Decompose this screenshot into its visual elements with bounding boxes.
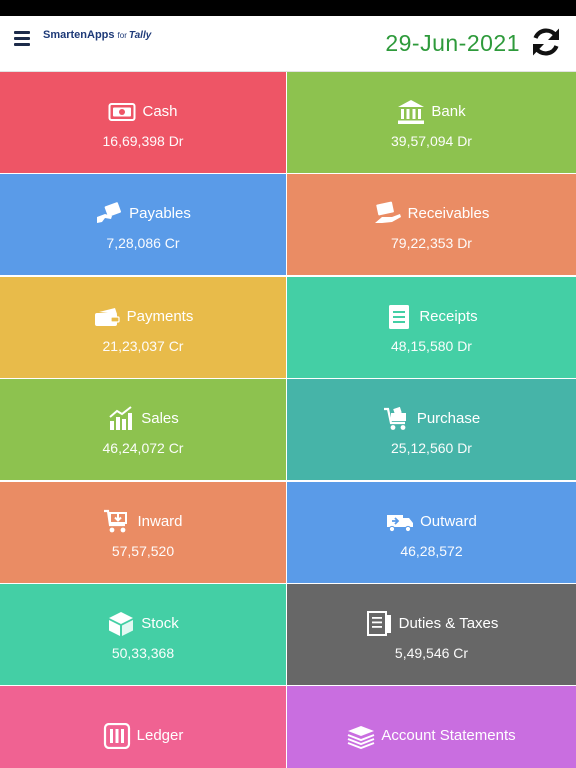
app-logo: SmartenApps for Tally: [43, 29, 151, 45]
dashboard-grid: Cash 16,69,398 Dr Bank 39,57,094 Dr Payables…: [0, 72, 576, 768]
tile-header: Ledger: [103, 722, 184, 750]
tile-header: Purchase: [383, 405, 480, 433]
tile-content: Duties & Taxes 5,49,546 Cr: [287, 610, 576, 662]
app-header: SmartenApps for Tally 29-Jun-2021: [0, 16, 576, 72]
tile-label: Purchase: [416, 410, 481, 428]
purchase-icon: [383, 406, 411, 432]
tile-label: Cash: [142, 103, 178, 120]
ledger-icon: [103, 723, 131, 750]
tile-content: Payments 21,23,037 Cr: [0, 303, 286, 355]
tile-sales[interactable]: Sales 46,24,072 Cr: [0, 379, 286, 481]
refresh-icon[interactable]: [529, 25, 563, 59]
tile-value: 7,28,086 Cr: [106, 235, 180, 252]
logo-main-text: SmartenApps: [43, 29, 115, 41]
tile-header: Duties & Taxes: [365, 610, 499, 638]
tile-label: Ledger: [136, 727, 184, 745]
tile-payments[interactable]: Payments 21,23,037 Cr: [0, 276, 286, 378]
tile-outward[interactable]: Outward 46,28,572: [287, 481, 576, 583]
tile-label: Duties & Taxes: [398, 615, 499, 632]
cash-icon: [108, 99, 136, 125]
tile-content: Outward 46,28,572: [287, 508, 576, 560]
tile-value: 48,15,580 Dr: [391, 337, 472, 354]
tile-bank[interactable]: Bank 39,57,094 Dr: [287, 72, 576, 173]
tile-account-statements[interactable]: Account Statements: [287, 686, 576, 768]
tile-header: Inward: [103, 508, 183, 536]
tile-cash[interactable]: Cash 16,69,398 Dr: [0, 72, 286, 173]
tile-value: 21,23,037 Cr: [102, 337, 184, 354]
tile-header: Payments: [93, 303, 194, 331]
account-statements-icon: [347, 723, 375, 750]
tile-content: Account Statements: [287, 722, 576, 754]
tile-header: Account Statements: [347, 722, 516, 750]
logo-brand-text: Tally: [128, 30, 152, 41]
tile-header: Stock: [107, 610, 179, 638]
bank-icon: [397, 99, 425, 125]
tile-content: Receivables 79,22,353 Dr: [287, 200, 576, 252]
tile-value: 16,69,398 Dr: [102, 133, 184, 149]
tile-content: Receipts 48,15,580 Dr: [287, 303, 576, 355]
tile-receivables[interactable]: Receivables 79,22,353 Dr: [287, 174, 576, 276]
tile-content: Inward 57,57,520: [0, 508, 286, 560]
tile-value: 5,49,546 Cr: [394, 645, 469, 661]
tile-value: 25,12,560 Dr: [391, 440, 472, 457]
tile-value: 57,57,520: [111, 542, 175, 559]
tile-label: Inward: [137, 512, 183, 530]
tile-header: Bank: [397, 98, 466, 126]
tile-label: Stock: [141, 615, 179, 632]
sales-icon: [107, 406, 135, 432]
stock-icon: [107, 611, 135, 637]
duties-taxes-icon: [365, 611, 393, 637]
hamburger-menu-icon[interactable]: [14, 31, 30, 46]
tile-value: 46,24,072 Cr: [102, 440, 184, 457]
inward-icon: [103, 509, 131, 535]
tile-stock[interactable]: Stock 50,33,368: [0, 584, 286, 685]
logo-for-text: for: [117, 31, 127, 40]
tile-label: Receipts: [419, 307, 478, 325]
receivables-icon: [374, 201, 402, 227]
tile-header: Cash: [108, 98, 178, 126]
receipts-icon: [385, 304, 413, 330]
tile-payables[interactable]: Payables 7,28,086 Cr: [0, 174, 286, 276]
tile-content: Cash 16,69,398 Dr: [0, 98, 286, 150]
tile-content: Purchase 25,12,560 Dr: [287, 405, 576, 457]
tile-value: 50,33,368: [111, 645, 175, 661]
payments-icon: [93, 304, 121, 330]
tile-content: Stock 50,33,368: [0, 610, 286, 662]
tile-header: Receipts: [385, 303, 478, 331]
tile-content: Payables 7,28,086 Cr: [0, 200, 286, 252]
tile-content: Sales 46,24,072 Cr: [0, 405, 286, 457]
tile-purchase[interactable]: Purchase 25,12,560 Dr: [287, 379, 576, 481]
tile-header: Payables: [95, 200, 191, 228]
tile-inward[interactable]: Inward 57,57,520: [0, 481, 286, 583]
tile-label: Account Statements: [381, 727, 516, 745]
tile-label: Outward: [420, 512, 477, 530]
tile-receipts[interactable]: Receipts 48,15,580 Dr: [287, 276, 576, 378]
payables-icon: [95, 201, 123, 227]
report-date[interactable]: 29-Jun-2021: [385, 30, 520, 57]
tile-label: Bank: [431, 103, 466, 120]
tile-content: Ledger: [0, 722, 286, 754]
tile-duties-taxes[interactable]: Duties & Taxes 5,49,546 Cr: [287, 584, 576, 685]
tile-header: Receivables: [374, 200, 490, 228]
tile-label: Payables: [129, 205, 191, 223]
tile-label: Sales: [141, 410, 179, 428]
tile-value: 46,28,572: [400, 542, 463, 559]
outward-icon: [386, 509, 414, 535]
tile-header: Outward: [386, 508, 477, 536]
tile-value: 79,22,353 Dr: [391, 235, 472, 252]
tile-label: Receivables: [407, 205, 490, 223]
tile-ledger[interactable]: Ledger: [0, 686, 286, 768]
tile-value: 39,57,094 Dr: [391, 133, 472, 149]
tile-label: Payments: [126, 307, 194, 325]
tile-header: Sales: [107, 405, 179, 433]
status-bar: [0, 0, 576, 16]
tile-content: Bank 39,57,094 Dr: [287, 98, 576, 150]
